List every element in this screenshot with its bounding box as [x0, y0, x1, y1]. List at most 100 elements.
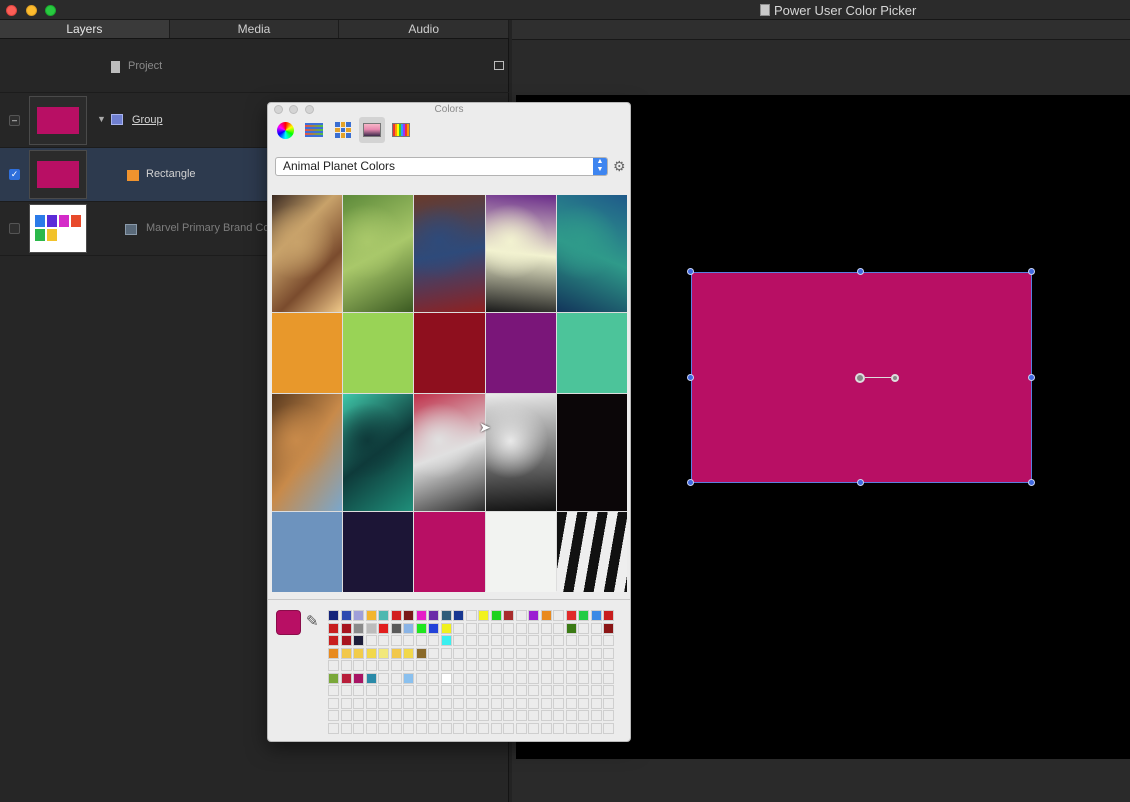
color-swatch[interactable]	[578, 710, 589, 721]
color-swatch[interactable]	[428, 710, 439, 721]
color-swatch[interactable]	[503, 635, 514, 646]
resize-handle[interactable]	[687, 268, 694, 275]
color-swatch[interactable]	[353, 635, 364, 646]
pencils-tab[interactable]	[388, 117, 414, 143]
color-swatch[interactable]	[403, 622, 414, 634]
color-swatch[interactable]	[465, 647, 477, 659]
color-swatch[interactable]	[578, 647, 589, 659]
color-swatch[interactable]	[603, 710, 614, 721]
anchor-point[interactable]	[855, 373, 901, 383]
project-row[interactable]	[0, 39, 509, 93]
color-tile[interactable]	[485, 512, 556, 592]
color-swatch[interactable]	[465, 635, 477, 646]
image-tile-toucan[interactable]	[272, 195, 343, 312]
color-tile[interactable]	[414, 313, 485, 393]
color-swatch[interactable]	[565, 697, 577, 709]
image-tile-shark[interactable]	[343, 394, 414, 511]
color-swatch[interactable]	[565, 722, 577, 734]
color-swatch[interactable]	[353, 697, 364, 709]
color-swatch[interactable]	[528, 710, 539, 721]
image-tile-parrot[interactable]	[414, 195, 485, 312]
color-tile[interactable]	[343, 512, 414, 592]
color-swatch[interactable]	[565, 635, 577, 646]
tab-media[interactable]: Media	[170, 20, 340, 38]
color-swatch[interactable]	[390, 647, 402, 659]
color-swatch[interactable]	[390, 622, 402, 634]
color-swatch[interactable]	[590, 660, 602, 671]
color-tile[interactable]	[343, 313, 414, 393]
color-swatch[interactable]	[440, 622, 452, 634]
color-swatch[interactable]	[353, 672, 364, 684]
color-swatch[interactable]	[453, 722, 464, 734]
color-swatch[interactable]	[328, 635, 339, 646]
color-swatch[interactable]	[590, 710, 602, 721]
color-swatch[interactable]	[515, 672, 527, 684]
image-tile-frog[interactable]	[343, 195, 414, 312]
color-swatch[interactable]	[340, 660, 352, 671]
lock-icon[interactable]	[494, 61, 504, 70]
color-swatch[interactable]	[328, 710, 339, 721]
color-swatch[interactable]	[378, 635, 389, 646]
rectangle-visibility-checkbox[interactable]: ✓	[9, 169, 20, 180]
color-swatch[interactable]	[390, 660, 402, 671]
color-swatch[interactable]	[515, 610, 527, 621]
color-swatch[interactable]	[578, 722, 589, 734]
color-swatch[interactable]	[428, 635, 439, 646]
gear-icon[interactable]: ⚙	[613, 158, 626, 175]
color-swatch[interactable]	[365, 647, 377, 659]
color-swatch[interactable]	[478, 722, 489, 734]
rotation-handle[interactable]	[891, 374, 899, 382]
color-swatch[interactable]	[453, 635, 464, 646]
color-swatch[interactable]	[403, 685, 414, 696]
color-swatch[interactable]	[440, 647, 452, 659]
color-swatch[interactable]	[540, 635, 552, 646]
color-swatch[interactable]	[340, 710, 352, 721]
color-swatch[interactable]	[453, 622, 464, 634]
rectangle-label[interactable]: Rectangle	[146, 168, 196, 180]
zoom-button[interactable]	[45, 5, 56, 16]
color-swatch[interactable]	[590, 672, 602, 684]
color-swatch[interactable]	[340, 610, 352, 621]
color-swatch[interactable]	[553, 672, 564, 684]
color-swatch[interactable]	[440, 710, 452, 721]
color-swatch[interactable]	[340, 697, 352, 709]
color-swatch[interactable]	[490, 710, 502, 721]
color-swatch[interactable]	[490, 647, 502, 659]
color-swatch[interactable]	[603, 622, 614, 634]
color-swatch[interactable]	[440, 660, 452, 671]
color-swatch[interactable]	[415, 610, 427, 621]
color-swatch[interactable]	[590, 697, 602, 709]
color-swatch[interactable]	[453, 710, 464, 721]
color-swatch[interactable]	[490, 610, 502, 621]
color-swatch[interactable]	[328, 660, 339, 671]
color-swatch[interactable]	[378, 710, 389, 721]
color-swatch[interactable]	[578, 672, 589, 684]
color-swatch[interactable]	[565, 685, 577, 696]
color-swatch[interactable]	[603, 672, 614, 684]
color-swatch[interactable]	[540, 622, 552, 634]
color-swatch[interactable]	[428, 685, 439, 696]
color-swatch[interactable]	[328, 622, 339, 634]
color-swatch[interactable]	[590, 622, 602, 634]
color-swatch[interactable]	[540, 685, 552, 696]
color-swatch[interactable]	[353, 647, 364, 659]
color-swatch[interactable]	[478, 660, 489, 671]
color-swatch[interactable]	[378, 672, 389, 684]
color-swatch[interactable]	[378, 647, 389, 659]
color-swatch[interactable]	[565, 610, 577, 621]
color-swatch[interactable]	[465, 697, 477, 709]
color-swatch[interactable]	[578, 697, 589, 709]
color-swatch[interactable]	[540, 672, 552, 684]
color-swatch[interactable]	[590, 647, 602, 659]
color-swatch[interactable]	[390, 697, 402, 709]
color-swatch[interactable]	[428, 610, 439, 621]
color-swatch[interactable]	[378, 685, 389, 696]
color-swatch[interactable]	[528, 660, 539, 671]
color-palettes-tab[interactable]	[330, 117, 356, 143]
color-swatch[interactable]	[515, 722, 527, 734]
color-wheel-tab[interactable]	[272, 117, 298, 143]
resize-handle[interactable]	[857, 479, 864, 486]
color-swatch[interactable]	[403, 635, 414, 646]
color-swatch[interactable]	[353, 610, 364, 621]
current-color-well[interactable]	[276, 610, 301, 635]
